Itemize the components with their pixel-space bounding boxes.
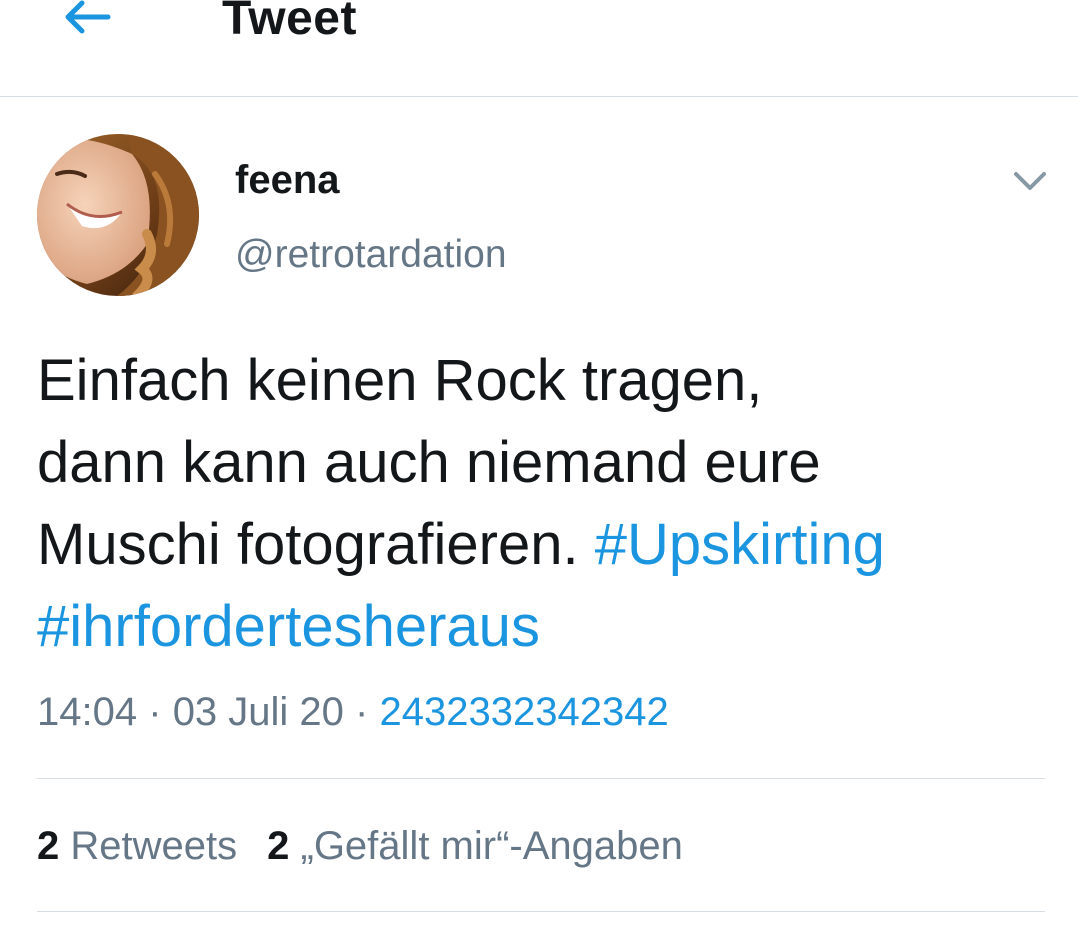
divider <box>37 911 1045 912</box>
retweets-count: 2 <box>37 824 60 868</box>
tweet-stats: 2 Retweets 2 „Gefällt mir“-Angaben <box>37 820 683 872</box>
likes-label: „Gefällt mir“-Angaben <box>300 824 683 868</box>
author-display-name[interactable]: feena <box>235 156 340 204</box>
likes-stat[interactable]: 2 „Gefällt mir“-Angaben <box>267 820 683 872</box>
divider <box>37 778 1045 779</box>
avatar[interactable] <box>37 134 199 296</box>
tweet-time: 14:04 <box>37 690 138 734</box>
retweets-stat[interactable]: 2 Retweets <box>37 820 237 872</box>
page-title: Tweet <box>222 0 357 45</box>
tweet-text-line: dann kann auch niemand eure <box>37 430 821 495</box>
likes-count: 2 <box>267 824 290 868</box>
hashtag-link[interactable]: #Upskirting <box>595 512 885 577</box>
top-bar: Tweet <box>0 0 1078 97</box>
tweet-source-link[interactable]: 2432332342342 <box>380 690 669 734</box>
tweet-text-line: Muschi fotografieren. <box>37 512 579 577</box>
arrow-left-icon <box>65 0 111 34</box>
back-button[interactable] <box>58 0 114 42</box>
tweet-text-line: Einfach keinen Rock tragen, <box>37 348 763 413</box>
author-handle[interactable]: @retrotardation <box>235 231 507 279</box>
retweets-label: Retweets <box>70 824 238 868</box>
hashtag-link[interactable]: #ihrfordertesheraus <box>37 594 540 659</box>
tweet-text: Einfach keinen Rock tragen, dann kann auc… <box>37 340 1057 668</box>
chevron-down-icon <box>1014 172 1046 190</box>
tweet-date: 03 Juli 20 <box>172 690 344 734</box>
meta-separator: · <box>355 690 369 734</box>
tweet-menu-button[interactable] <box>1010 160 1050 200</box>
tweet-metadata: 14:04 · 03 Juli 20 · 2432332342342 <box>37 686 669 738</box>
meta-separator: · <box>148 690 162 734</box>
